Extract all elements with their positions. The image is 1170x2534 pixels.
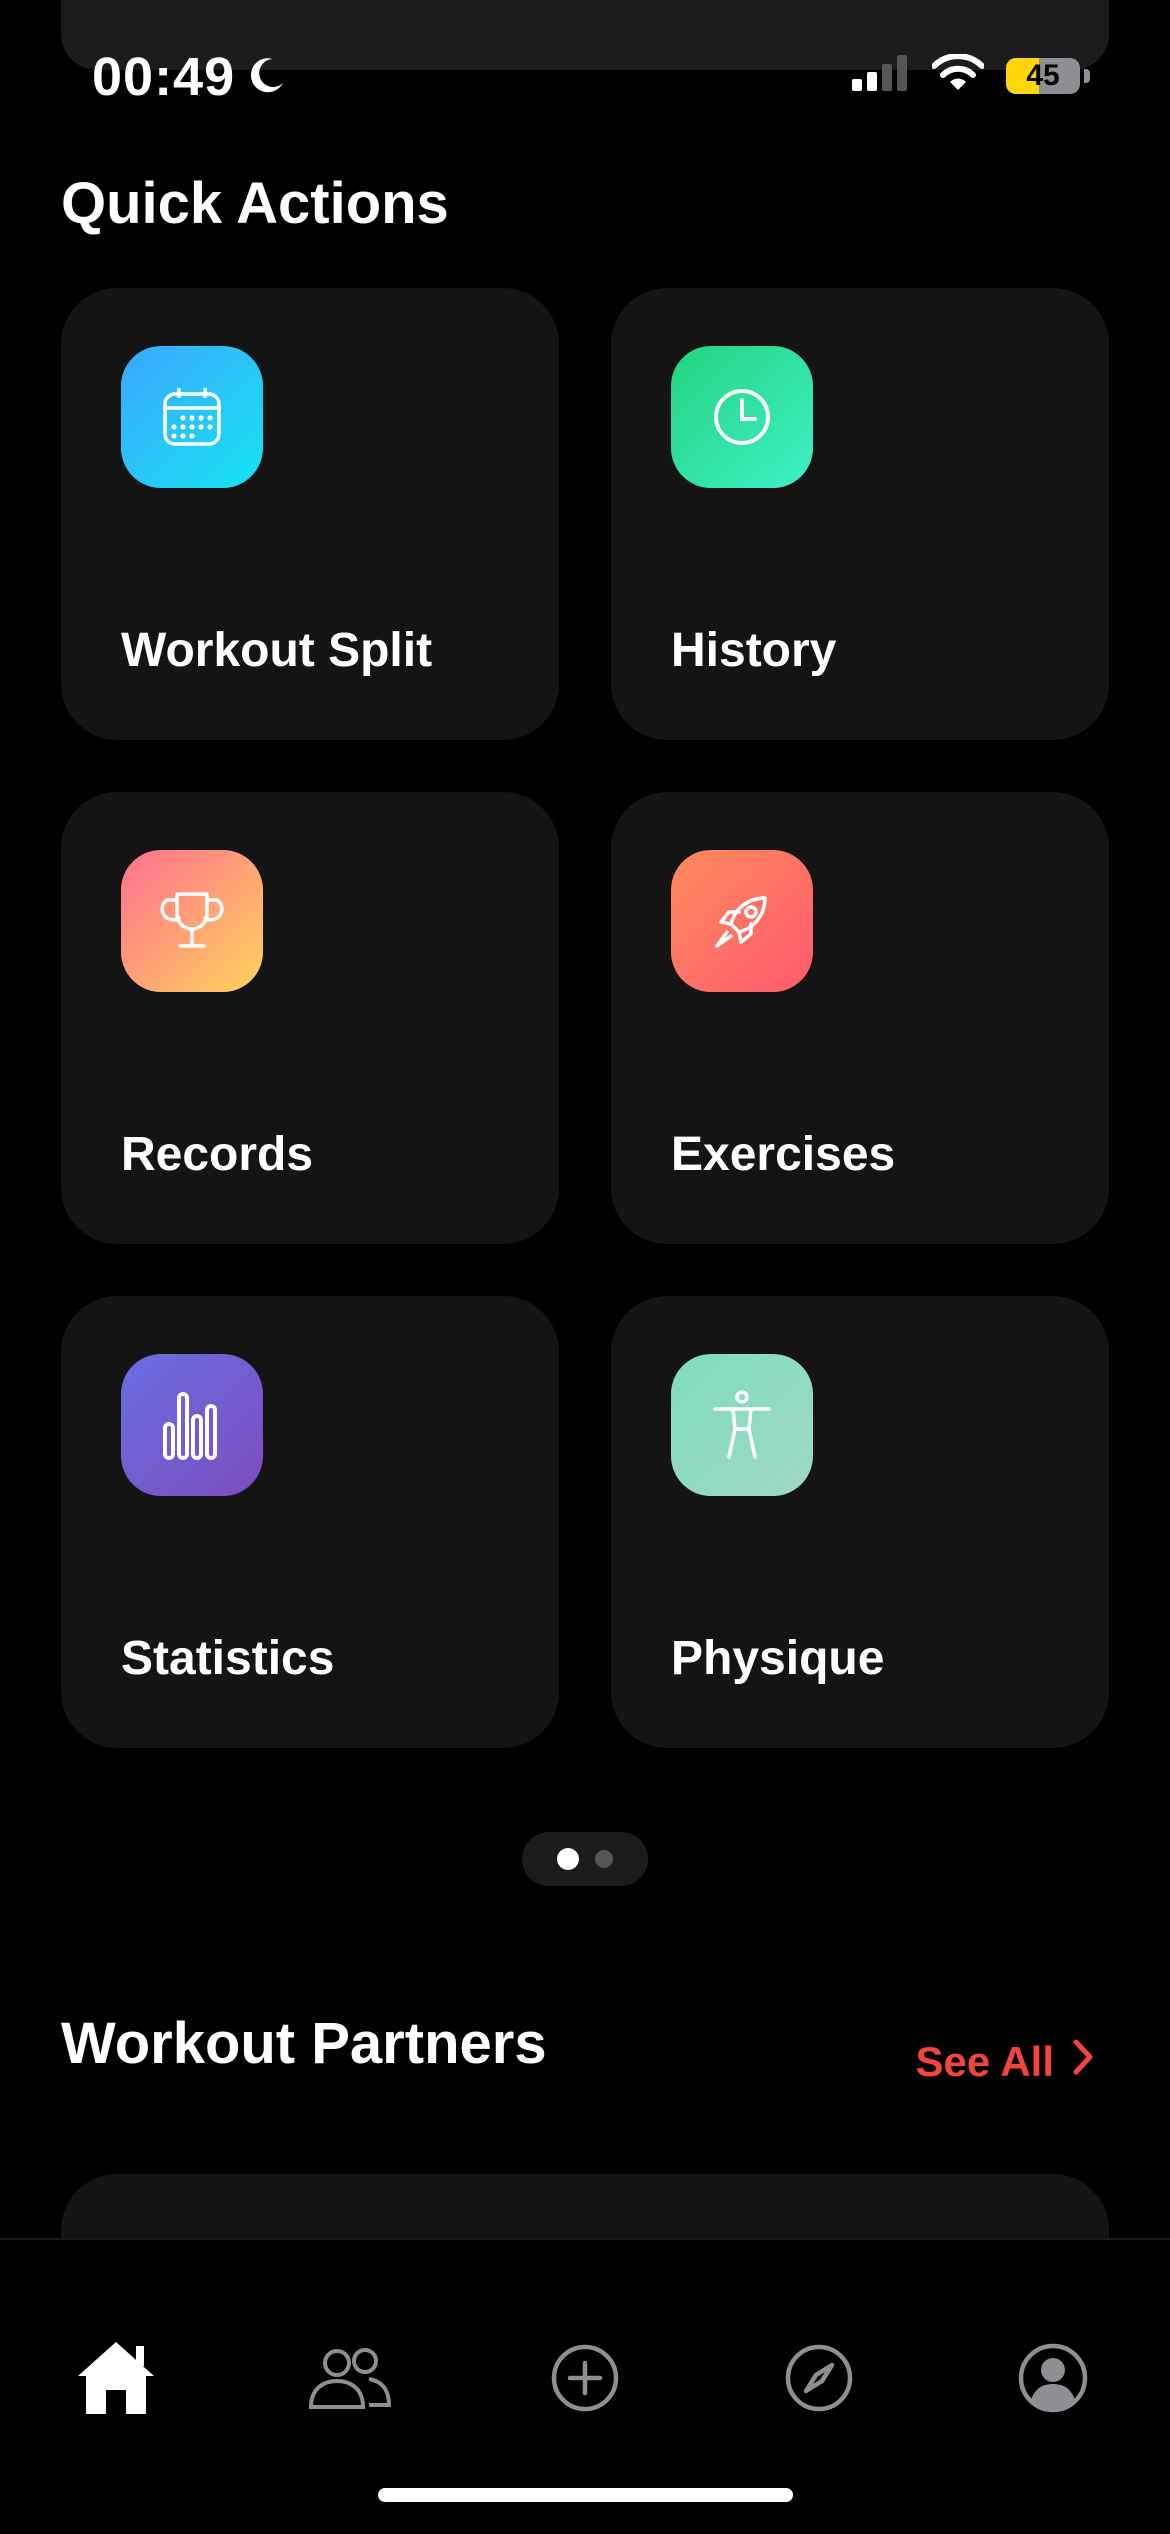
- quick-actions-title: Quick Actions: [61, 171, 449, 236]
- tile-label: Workout Split: [121, 624, 433, 677]
- tab-partners[interactable]: [300, 2330, 400, 2430]
- quick-actions-grid: Workout Split History Records Exercises …: [61, 288, 1109, 1748]
- home-icon: [74, 2338, 158, 2423]
- tile-physique[interactable]: Physique: [611, 1296, 1109, 1748]
- tab-profile[interactable]: [1003, 2330, 1103, 2430]
- page-dot-active[interactable]: [557, 1848, 579, 1870]
- tab-add[interactable]: [535, 2330, 635, 2430]
- tile-exercises[interactable]: Exercises: [611, 792, 1109, 1244]
- page-dot[interactable]: [595, 1850, 613, 1868]
- tab-home[interactable]: [66, 2330, 166, 2430]
- status-icons: 45: [852, 53, 1090, 97]
- tile-label: Exercises: [671, 1128, 896, 1181]
- wifi-icon: [931, 53, 985, 97]
- tile-label: Records: [121, 1128, 314, 1181]
- home-indicator: [378, 2488, 793, 2502]
- bar-chart-icon: [121, 1354, 263, 1496]
- moon-icon: [247, 46, 287, 108]
- see-all-link[interactable]: See All: [915, 2038, 1094, 2086]
- profile-icon: [1017, 2342, 1089, 2419]
- battery-nub: [1084, 68, 1090, 83]
- tile-label: Statistics: [121, 1632, 335, 1685]
- tab-explore[interactable]: [769, 2330, 869, 2430]
- battery-percentage: 45: [1026, 58, 1060, 92]
- tile-workout-split[interactable]: Workout Split: [61, 288, 559, 740]
- compass-icon: [784, 2343, 854, 2418]
- page-control[interactable]: [522, 1832, 648, 1886]
- status-time-text: 00:49: [92, 47, 236, 107]
- rocket-icon: [671, 850, 813, 992]
- status-time: 00:49: [92, 46, 287, 108]
- tile-label: History: [671, 624, 837, 677]
- tile-history[interactable]: History: [611, 288, 1109, 740]
- chevron-right-icon: [1072, 2038, 1094, 2086]
- trophy-icon: [121, 850, 263, 992]
- battery-icon: 45: [1006, 57, 1080, 94]
- calendar-icon: [121, 346, 263, 488]
- figure-icon: [671, 1354, 813, 1496]
- workout-partners-title: Workout Partners: [61, 2011, 547, 2076]
- tile-statistics[interactable]: Statistics: [61, 1296, 559, 1748]
- tile-label: Physique: [671, 1632, 885, 1685]
- see-all-label: See All: [915, 2038, 1054, 2085]
- people-icon: [307, 2345, 393, 2416]
- clock-icon: [671, 346, 813, 488]
- tile-records[interactable]: Records: [61, 792, 559, 1244]
- plus-circle-icon: [550, 2343, 620, 2418]
- cellular-signal-icon: [852, 55, 910, 96]
